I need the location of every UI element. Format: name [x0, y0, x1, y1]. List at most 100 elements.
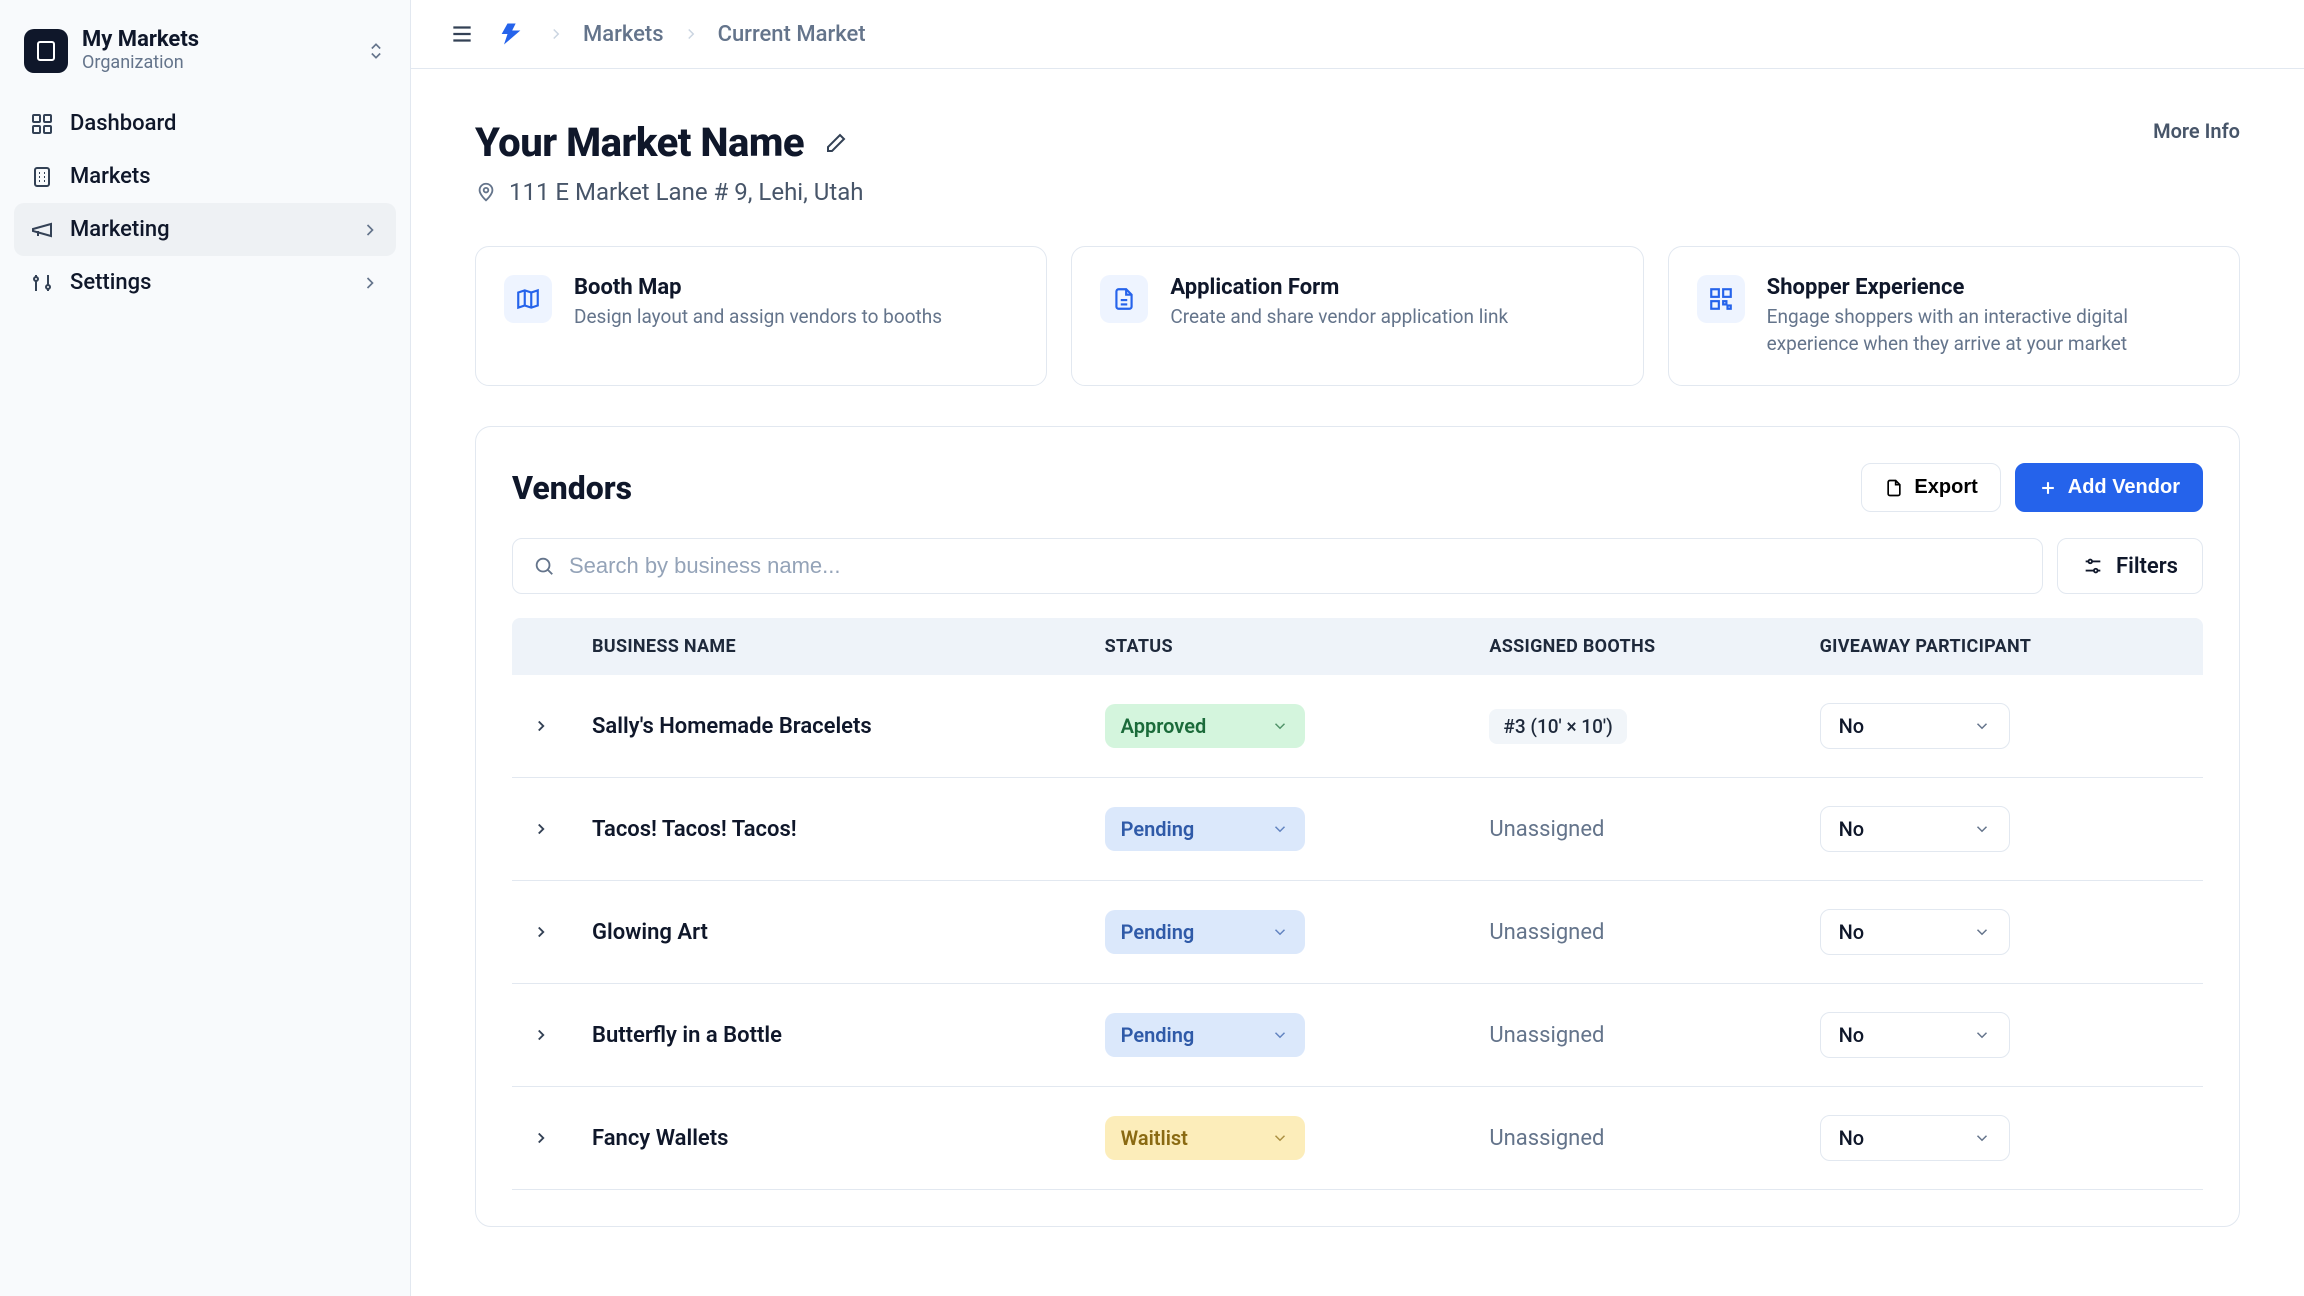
chevron-down-icon — [1271, 923, 1289, 941]
giveaway-value: No — [1839, 920, 1865, 944]
col-assigned-booths: ASSIGNED BOOTHS — [1469, 618, 1799, 675]
expand-row-icon[interactable] — [512, 1087, 572, 1190]
giveaway-value: No — [1839, 1023, 1865, 1047]
expand-row-icon[interactable] — [512, 984, 572, 1087]
action-cards-row: Booth Map Design layout and assign vendo… — [475, 246, 2240, 386]
col-status: STATUS — [1085, 618, 1470, 675]
vendor-row: Glowing ArtPendingUnassignedNo — [512, 881, 2203, 984]
chevron-right-icon — [682, 25, 700, 43]
edit-icon[interactable] — [824, 131, 848, 155]
col-business-name: BUSINESS NAME — [572, 618, 1085, 675]
export-button[interactable]: Export — [1861, 463, 2000, 512]
card-desc: Engage shoppers with an interactive digi… — [1767, 304, 2211, 357]
vendors-panel: Vendors Export Add Vendor — [475, 426, 2240, 1227]
chevron-right-icon — [360, 220, 380, 240]
vendor-search[interactable] — [512, 538, 2043, 594]
chevron-down-icon — [1973, 717, 1991, 735]
chevron-down-icon — [1271, 717, 1289, 735]
vendor-row: Sally's Homemade Bracelets Approved #3 (10… — [512, 675, 2203, 778]
status-select[interactable]: Pending — [1105, 910, 1305, 954]
status-label: Approved — [1121, 714, 1207, 738]
add-vendor-button[interactable]: Add Vendor — [2015, 463, 2203, 512]
map-pin-icon — [475, 181, 497, 203]
vendors-title: Vendors — [512, 469, 632, 507]
topbar: Markets Current Market — [411, 0, 2304, 69]
nav-label: Dashboard — [70, 111, 176, 136]
filters-label: Filters — [2116, 554, 2178, 579]
chevron-right-icon — [360, 273, 380, 293]
org-name: My Markets — [82, 28, 352, 52]
chevron-down-icon — [1973, 923, 1991, 941]
org-logo — [24, 29, 68, 73]
content: Your Market Name 111 E Market Lane # 9, … — [411, 69, 2304, 1296]
expand-row-icon[interactable] — [512, 778, 572, 881]
card-title: Booth Map — [574, 275, 942, 300]
settings-icon — [30, 271, 54, 295]
app-logo-icon[interactable] — [497, 20, 525, 48]
page-title: Your Market Name — [475, 119, 804, 166]
status-select[interactable]: Waitlist — [1105, 1116, 1305, 1160]
card-title: Application Form — [1170, 275, 1508, 300]
menu-toggle-icon[interactable] — [449, 21, 475, 47]
nav-settings[interactable]: Settings — [14, 256, 396, 309]
giveaway-select[interactable]: No — [1820, 703, 2010, 749]
giveaway-select[interactable]: No — [1820, 1115, 2010, 1161]
col-giveaway: GIVEAWAY PARTICIPANT — [1800, 618, 2203, 675]
vendor-name: Sally's Homemade Bracelets — [572, 675, 1085, 778]
nav-label: Settings — [70, 270, 151, 295]
sidebar: My Markets Organization Dashboard Market… — [0, 0, 411, 1296]
giveaway-value: No — [1839, 1126, 1865, 1150]
nav-label: Markets — [70, 164, 151, 189]
expand-row-icon[interactable] — [512, 881, 572, 984]
org-switcher[interactable]: My Markets Organization — [14, 20, 396, 81]
giveaway-select[interactable]: No — [1820, 1012, 2010, 1058]
status-select[interactable]: Pending — [1105, 1013, 1305, 1057]
chevron-down-icon — [1973, 1129, 1991, 1147]
sliders-icon — [2082, 555, 2104, 577]
plus-icon — [2038, 478, 2058, 498]
nav-markets[interactable]: Markets — [14, 150, 396, 203]
qr-icon — [1697, 275, 1745, 323]
page-header: Your Market Name 111 E Market Lane # 9, … — [475, 119, 2240, 206]
giveaway-select[interactable]: No — [1820, 806, 2010, 852]
card-title: Shopper Experience — [1767, 275, 2211, 300]
giveaway-value: No — [1839, 714, 1865, 738]
search-icon — [533, 555, 555, 577]
market-address: 111 E Market Lane # 9, Lehi, Utah — [509, 178, 864, 206]
more-info-link[interactable]: More Info — [2153, 119, 2240, 143]
export-label: Export — [1914, 476, 1977, 499]
assigned-booth-cell: #3 (10' × 10') — [1469, 675, 1799, 778]
assigned-booth-cell: Unassigned — [1469, 1087, 1799, 1190]
assigned-booth-cell: Unassigned — [1469, 881, 1799, 984]
nav-dashboard[interactable]: Dashboard — [14, 97, 396, 150]
chevron-down-icon — [1973, 820, 1991, 838]
chevron-down-icon — [1973, 1026, 1991, 1044]
megaphone-icon — [30, 218, 54, 242]
org-subtitle: Organization — [82, 52, 352, 73]
map-icon — [504, 275, 552, 323]
assigned-booth-cell: Unassigned — [1469, 778, 1799, 881]
vendor-name: Tacos! Tacos! Tacos! — [572, 778, 1085, 881]
breadcrumb-markets[interactable]: Markets — [583, 22, 664, 47]
status-label: Waitlist — [1121, 1126, 1188, 1150]
booth-unassigned: Unassigned — [1489, 920, 1604, 945]
file-icon — [1100, 275, 1148, 323]
card-booth-map[interactable]: Booth Map Design layout and assign vendo… — [475, 246, 1047, 386]
giveaway-select[interactable]: No — [1820, 909, 2010, 955]
status-select[interactable]: Pending — [1105, 807, 1305, 851]
status-label: Pending — [1121, 1023, 1195, 1047]
dashboard-icon — [30, 112, 54, 136]
nav-marketing[interactable]: Marketing — [14, 203, 396, 256]
chevron-down-icon — [1271, 1129, 1289, 1147]
file-export-icon — [1884, 478, 1904, 498]
expand-row-icon[interactable] — [512, 675, 572, 778]
vendor-name: Butterfly in a Bottle — [572, 984, 1085, 1087]
card-shopper-experience[interactable]: Shopper Experience Engage shoppers with … — [1668, 246, 2240, 386]
chevrons-up-down-icon — [366, 41, 386, 61]
chevron-down-icon — [1271, 1026, 1289, 1044]
filters-button[interactable]: Filters — [2057, 538, 2203, 594]
vendor-name: Fancy Wallets — [572, 1087, 1085, 1190]
card-application-form[interactable]: Application Form Create and share vendor… — [1071, 246, 1643, 386]
vendor-search-input[interactable] — [569, 553, 2022, 579]
status-select[interactable]: Approved — [1105, 704, 1305, 748]
